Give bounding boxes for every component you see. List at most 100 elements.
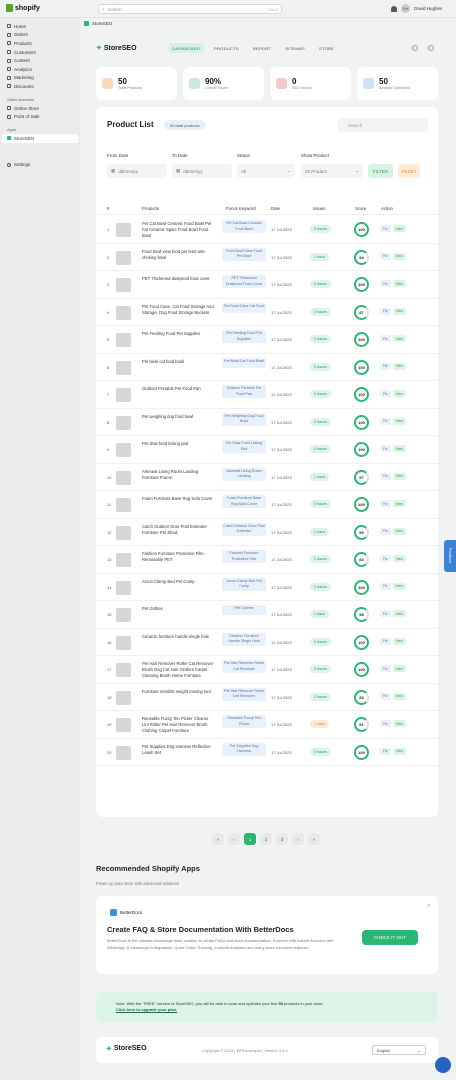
fix-button[interactable]: Fix bbox=[380, 445, 391, 452]
fix-button[interactable]: Fix bbox=[380, 225, 391, 232]
admin-search-input[interactable]: ⌕ Search Ctrl K bbox=[98, 4, 282, 14]
page-button[interactable]: › bbox=[292, 833, 304, 845]
sidebar-item-discounts[interactable]: Discounts bbox=[0, 82, 80, 91]
product-name[interactable]: Pet Supplies Dog Harness Reflective Leas… bbox=[142, 744, 214, 756]
storeseo-brand[interactable]: ✦ StoreSEO bbox=[96, 44, 137, 53]
fix-button[interactable]: Fix bbox=[380, 417, 391, 425]
page-button[interactable]: 3 bbox=[276, 833, 288, 845]
view-button[interactable]: View bbox=[392, 472, 406, 480]
tab-dashboard[interactable]: DASHBOARD bbox=[168, 43, 205, 53]
sidebar-item-point-of-sale[interactable]: Point of Sale bbox=[0, 112, 80, 121]
fix-button[interactable]: Fix bbox=[380, 637, 391, 645]
view-button[interactable]: View bbox=[392, 280, 406, 287]
product-name[interactable]: Pet weighing dog food bowl bbox=[142, 414, 214, 420]
view-button[interactable]: View bbox=[392, 307, 406, 315]
view-button[interactable]: View bbox=[392, 445, 406, 452]
fix-button[interactable]: Fix bbox=[380, 362, 391, 370]
view-button[interactable]: View bbox=[392, 555, 406, 562]
fix-button[interactable]: Fix bbox=[380, 335, 391, 342]
view-button[interactable]: View bbox=[392, 417, 406, 425]
product-name[interactable]: Pet Hair Remover Roller Cat Remover Brus… bbox=[142, 661, 214, 680]
sidebar-item-marketing[interactable]: Marketing bbox=[0, 74, 80, 83]
tab-report[interactable]: REPORT bbox=[249, 43, 275, 53]
fix-button[interactable]: Fix bbox=[380, 252, 391, 260]
sidebar-item-products[interactable]: Products bbox=[0, 39, 80, 48]
product-name[interactable]: Ceramic furniture handle single hole bbox=[142, 634, 214, 640]
feedback-tab[interactable]: Feedback bbox=[444, 540, 456, 572]
product-search-input[interactable]: Search bbox=[338, 118, 428, 132]
sidebar-item-settings[interactable]: Settings bbox=[0, 161, 80, 170]
sidebar-item-storeseo[interactable]: StoreSEO bbox=[2, 133, 78, 143]
fix-button[interactable]: Fix bbox=[380, 747, 391, 755]
product-name[interactable]: Pet Feeding Food Pet Supplies bbox=[142, 331, 214, 337]
fix-button[interactable]: Fix bbox=[380, 720, 391, 727]
view-button[interactable]: View bbox=[392, 527, 406, 535]
sidebar-item-online-store[interactable]: Online Store bbox=[0, 104, 80, 113]
apps-label[interactable]: Apps bbox=[0, 125, 80, 134]
page-button[interactable]: » bbox=[308, 833, 320, 845]
fix-button[interactable]: Fix bbox=[380, 527, 391, 535]
view-button[interactable]: View bbox=[392, 637, 406, 645]
product-name[interactable]: Food bowl view food pet feed anti-chokin… bbox=[142, 249, 214, 261]
page-button[interactable]: 1 bbox=[244, 833, 256, 845]
view-button[interactable]: View bbox=[392, 720, 406, 727]
tab-sitemap[interactable]: SITEMAP bbox=[281, 43, 309, 53]
product-name[interactable]: Arkmeat Living Room Landing Furniture Fr… bbox=[142, 469, 214, 481]
view-button[interactable]: View bbox=[392, 692, 406, 700]
sidebar-item-customers[interactable]: Customers bbox=[0, 48, 80, 57]
view-button[interactable]: View bbox=[392, 252, 406, 260]
product-name[interactable]: Pet slow food licking pad bbox=[142, 441, 214, 447]
tab-store[interactable]: STORE bbox=[315, 43, 338, 53]
product-name[interactable]: Fashion Furniture Protective Film Remova… bbox=[142, 551, 214, 563]
sales-channels-label[interactable]: Sales channels bbox=[0, 95, 80, 104]
view-button[interactable]: View bbox=[392, 390, 406, 397]
product-name[interactable]: Catch Outdoor Door Post Extender Furnitu… bbox=[142, 524, 214, 536]
sidebar-item-analytics[interactable]: Analytics bbox=[0, 65, 80, 74]
bell-icon[interactable] bbox=[391, 5, 397, 12]
fix-button[interactable]: Fix bbox=[380, 390, 391, 397]
view-button[interactable]: View bbox=[392, 335, 406, 342]
show-product-select[interactable]: 20 Product ⌄ bbox=[301, 164, 363, 178]
view-button[interactable]: View bbox=[392, 582, 406, 590]
view-button[interactable]: View bbox=[392, 665, 406, 672]
close-icon[interactable]: × bbox=[427, 903, 430, 909]
fix-button[interactable]: Fix bbox=[380, 280, 391, 287]
product-name[interactable]: Outdoor Portable Pet Food Pan bbox=[142, 386, 214, 392]
status-icon[interactable] bbox=[412, 45, 418, 51]
check-it-out-button[interactable]: CHECK IT OUT bbox=[362, 930, 418, 945]
to-date-input[interactable]: ▦ dd/mm/yy bbox=[172, 164, 232, 178]
view-button[interactable]: View bbox=[392, 225, 406, 232]
product-name[interactable]: Pet clothes bbox=[142, 606, 214, 612]
fix-button[interactable]: Fix bbox=[380, 582, 391, 590]
product-name[interactable]: Acrun Clamp Bed Pet Comp bbox=[142, 579, 214, 585]
page-button[interactable]: 2 bbox=[260, 833, 272, 845]
product-name[interactable]: Reusable Fuzzy Ten Picker Cleaner Lint R… bbox=[142, 716, 214, 735]
sidebar-item-orders[interactable]: Orders bbox=[0, 31, 80, 40]
language-select[interactable]: English ⌄ bbox=[372, 1045, 426, 1055]
view-button[interactable]: View bbox=[392, 362, 406, 370]
fix-button[interactable]: Fix bbox=[380, 307, 391, 315]
page-button[interactable]: ‹ bbox=[228, 833, 240, 845]
product-name[interactable]: Pet bowl cat food bowl bbox=[142, 359, 214, 365]
avatar[interactable]: DH bbox=[401, 4, 410, 13]
fix-button[interactable]: Fix bbox=[380, 692, 391, 700]
reset-button[interactable]: RESET bbox=[398, 164, 420, 178]
product-name[interactable]: PET Thickened dustproof food cover bbox=[142, 276, 214, 282]
gear-icon[interactable] bbox=[428, 45, 434, 51]
product-name[interactable]: Foam Furniture Base Rug Sofa Cover bbox=[142, 496, 214, 502]
user-menu[interactable]: DH David Hughes bbox=[391, 4, 442, 13]
product-name[interactable]: Pet Cat Bowl Ceramic Food Bowl Pet Fat C… bbox=[142, 221, 214, 240]
view-button[interactable]: View bbox=[392, 500, 406, 507]
from-date-input[interactable]: ▦ dd/mm/yy bbox=[107, 164, 167, 178]
fix-button[interactable]: Fix bbox=[380, 472, 391, 480]
upgrade-link[interactable]: Click here to upgrade your plan. bbox=[116, 1007, 177, 1012]
view-button[interactable]: View bbox=[392, 610, 406, 617]
chat-icon[interactable] bbox=[435, 1057, 451, 1073]
fix-button[interactable]: Fix bbox=[380, 555, 391, 562]
tab-products[interactable]: PRODUCTS bbox=[210, 43, 243, 53]
sidebar-item-content[interactable]: Content bbox=[0, 56, 80, 65]
fix-button[interactable]: Fix bbox=[380, 610, 391, 617]
view-button[interactable]: View bbox=[392, 747, 406, 755]
fix-button[interactable]: Fix bbox=[380, 500, 391, 507]
filter-button[interactable]: FILTER bbox=[368, 164, 393, 178]
